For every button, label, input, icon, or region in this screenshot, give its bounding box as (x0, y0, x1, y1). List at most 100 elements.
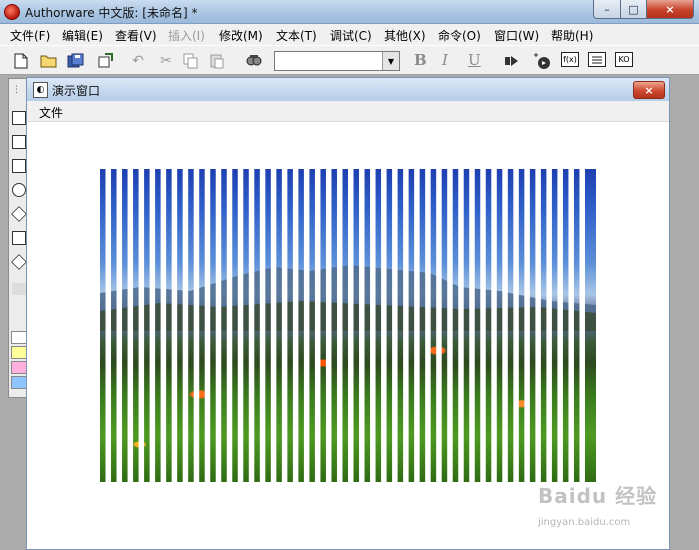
menu-edit[interactable]: 编辑(E) (62, 27, 103, 44)
blind-gap (116, 169, 123, 482)
new-file-icon[interactable] (11, 52, 31, 70)
blind-gap (480, 169, 486, 482)
palette-color-pink[interactable] (11, 361, 27, 374)
menu-view[interactable]: 查看(V) (115, 27, 157, 44)
blind-gap (314, 169, 321, 482)
menu-window[interactable]: 窗口(W) (494, 27, 539, 44)
blind-gap (546, 169, 552, 482)
undo-icon[interactable]: ↶ (128, 52, 148, 70)
presentation-window-menubar: 文件 (27, 101, 669, 122)
blind-gap (336, 169, 343, 482)
blind-gap (171, 169, 178, 482)
blind-gap (138, 169, 145, 482)
palette-decision-icon[interactable] (11, 206, 27, 222)
blind-gap (248, 169, 255, 482)
blind-gap (425, 169, 431, 482)
blind-gap (215, 169, 222, 482)
blind-gap (204, 169, 211, 482)
restart-icon[interactable] (502, 52, 522, 70)
baidu-watermark-url: jingyan.baidu.com (538, 517, 631, 528)
blind-gap (524, 169, 530, 482)
menu-file[interactable]: 文件(F) (10, 27, 50, 44)
blind-gap (568, 169, 574, 482)
blinds-transition-image (100, 169, 596, 482)
palette-display-icon[interactable] (12, 111, 26, 125)
blind-gap (105, 169, 112, 482)
blind-gap (160, 169, 167, 482)
italic-button[interactable]: I (442, 51, 448, 69)
blinds-stripes (105, 169, 585, 482)
blind-gap (149, 169, 156, 482)
variables-icon[interactable] (588, 52, 606, 67)
control-panel-icon[interactable] (532, 52, 552, 70)
background-edge (670, 77, 699, 550)
blind-gap (359, 169, 365, 482)
blind-gap (281, 169, 288, 482)
authorware-app-icon[interactable] (4, 4, 20, 20)
cut-icon[interactable]: ✂ (156, 52, 176, 70)
find-icon[interactable] (244, 52, 264, 70)
palette-color-yellow[interactable] (11, 346, 27, 359)
presentation-window-close-button[interactable]: × (633, 81, 665, 99)
functions-icon[interactable]: f(x) (561, 52, 579, 67)
blind-gap (270, 169, 277, 482)
blind-gap (535, 169, 541, 482)
menu-insert[interactable]: 插入(I) (168, 27, 205, 44)
menu-commands[interactable]: 命令(O) (438, 27, 481, 44)
blind-gap (303, 169, 310, 482)
blind-gap (127, 169, 134, 482)
blind-gap (447, 169, 453, 482)
copy-icon[interactable] (181, 52, 201, 70)
palette-color-white[interactable] (11, 331, 27, 344)
presentation-window-icon: ◐ (33, 82, 48, 98)
palette-erase-icon[interactable] (12, 159, 26, 173)
blind-gap (193, 169, 200, 482)
minimize-button[interactable]: – (593, 0, 621, 19)
presentation-window-titlebar: ◐ 演示窗口 × (27, 78, 669, 102)
blind-gap (392, 169, 398, 482)
menu-debug[interactable]: 调试(C) (330, 27, 372, 44)
font-select[interactable]: ▼ (274, 51, 400, 71)
palette-calculation-icon[interactable] (11, 254, 27, 270)
knowledge-objects-icon[interactable]: KO (615, 52, 633, 67)
blind-gap (491, 169, 497, 482)
blind-gap (436, 169, 442, 482)
blind-gap (182, 169, 189, 482)
presentation-menu-file[interactable]: 文件 (39, 104, 63, 121)
blind-gap (403, 169, 409, 482)
palette-grip-icon: ⋮ (12, 85, 21, 95)
blind-gap (292, 169, 299, 482)
paste-icon[interactable] (207, 52, 227, 70)
bold-button[interactable]: B (414, 51, 427, 69)
blind-gap (226, 169, 233, 482)
menu-other[interactable]: 其他(X) (384, 27, 426, 44)
toolbar: ↶ ✂ ▼ B I U f(x) KO (0, 45, 699, 75)
palette-wait-icon[interactable] (12, 183, 26, 197)
blind-gap (469, 169, 475, 482)
menu-text[interactable]: 文本(T) (276, 27, 317, 44)
blind-gap (348, 169, 354, 482)
import-icon[interactable] (96, 52, 116, 70)
palette-color-blue[interactable] (11, 376, 27, 389)
blind-gap (381, 169, 387, 482)
presentation-window-title: 演示窗口 (52, 84, 101, 98)
blind-gap (458, 169, 464, 482)
blind-gap (325, 169, 332, 482)
underline-button[interactable]: U (468, 51, 481, 69)
blind-gap (414, 169, 420, 482)
close-button[interactable]: × (646, 0, 694, 19)
blind-gap (370, 169, 376, 482)
menu-modify[interactable]: 修改(M) (219, 27, 263, 44)
baidu-watermark: Baidu 经验 (538, 484, 658, 508)
menu-bar: 文件(F) 编辑(E) 查看(V) 插入(I) 修改(M) 文本(T) 调试(C… (0, 24, 699, 45)
blind-gap (259, 169, 266, 482)
menu-help[interactable]: 帮助(H) (551, 27, 593, 44)
chevron-down-icon[interactable]: ▼ (382, 52, 399, 70)
open-folder-icon[interactable] (39, 52, 59, 70)
palette-motion-icon[interactable] (12, 135, 26, 149)
save-all-icon[interactable] (66, 52, 86, 70)
maximize-button[interactable]: □ (620, 0, 647, 19)
palette-start-flag-icon[interactable] (12, 283, 26, 295)
blind-gap (513, 169, 519, 482)
palette-map-icon[interactable] (12, 231, 26, 245)
